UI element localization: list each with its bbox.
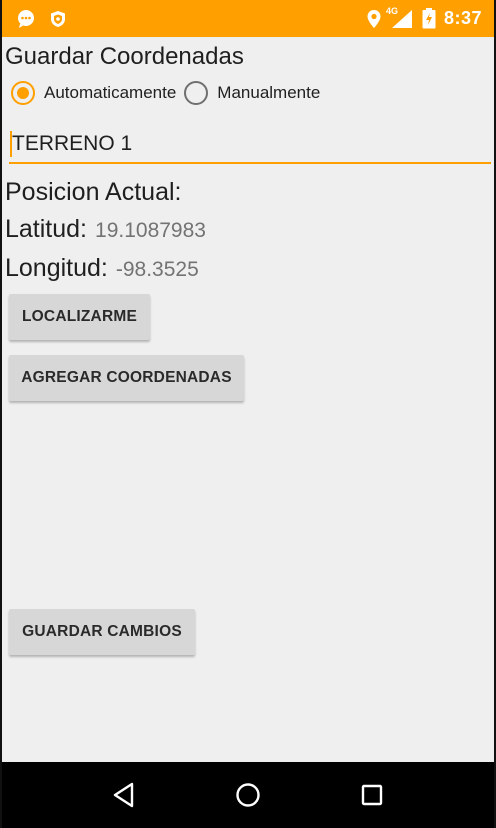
recents-icon[interactable]	[352, 775, 392, 815]
terrain-name-input[interactable]: TERRENO 1	[9, 126, 491, 164]
radio-label-automaticamente: Automaticamente	[44, 83, 177, 102]
back-icon[interactable]	[104, 775, 144, 815]
latitude-value: 19.1087983	[95, 219, 206, 242]
location-icon	[366, 9, 382, 29]
chat-icon	[16, 9, 36, 29]
status-bar: 4G 8:37	[2, 0, 494, 37]
longitude-value: -98.3525	[115, 258, 199, 281]
home-icon[interactable]	[228, 775, 268, 815]
terrain-name-value: TERRENO 1	[12, 132, 133, 155]
page-title: Guardar Coordenadas	[5, 43, 244, 70]
clock: 8:37	[443, 8, 482, 28]
app-window: 4G 8:37 Guardar Coordenadas Automaticame…	[0, 0, 496, 828]
longitude-label: Longitud:	[5, 254, 108, 282]
longitude-row: Longitud: -98.3525	[5, 254, 199, 283]
main-content: Guardar Coordenadas Automaticamente Manu…	[2, 37, 494, 762]
network-type-label: 4G	[385, 5, 398, 16]
position-title: Posicion Actual:	[5, 178, 182, 206]
latitude-label: Latitud:	[5, 215, 88, 243]
battery-icon	[422, 8, 436, 29]
mode-radio-group: Automaticamente Manualmente	[11, 81, 328, 105]
shield-icon	[50, 10, 66, 28]
radio-unchecked-icon[interactable]	[184, 81, 209, 105]
add-coordinates-button[interactable]: AGREGAR COORDENADAS	[9, 355, 244, 401]
radio-checked-icon[interactable]	[11, 81, 35, 105]
navigation-bar	[2, 762, 494, 828]
radio-manualmente[interactable]: Manualmente	[184, 81, 320, 105]
radio-automaticamente[interactable]: Automaticamente	[11, 81, 176, 105]
latitude-row: Latitud: 19.1087983	[5, 215, 206, 244]
signal-icon: 4G	[386, 6, 414, 29]
save-changes-button[interactable]: GUARDAR CAMBIOS	[9, 609, 195, 655]
radio-label-manualmente: Manualmente	[217, 83, 321, 102]
locate-button[interactable]: LOCALIZARME	[9, 294, 150, 340]
